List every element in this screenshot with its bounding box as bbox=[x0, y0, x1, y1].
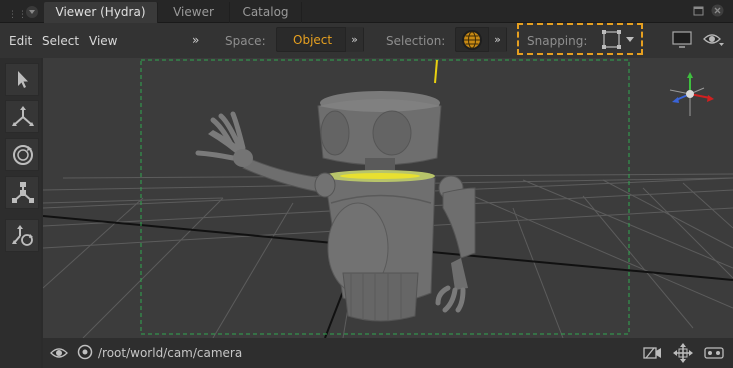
menu-select[interactable]: Select bbox=[42, 34, 79, 48]
toolbar-overflow-button[interactable]: » bbox=[192, 33, 199, 47]
camera-path: /root/world/cam/camera bbox=[98, 346, 243, 360]
space-chevron-button[interactable]: » bbox=[345, 27, 363, 52]
camera-pivot-marker bbox=[434, 59, 438, 84]
snapping-highlight: Snapping: bbox=[517, 23, 643, 55]
menu-view[interactable]: View bbox=[89, 34, 117, 48]
menu-edit[interactable]: Edit bbox=[9, 34, 32, 48]
camera-lock-icon[interactable] bbox=[643, 345, 663, 361]
visibility-options-icon[interactable] bbox=[703, 31, 725, 49]
eye-icon[interactable] bbox=[50, 346, 68, 360]
scene-canvas bbox=[43, 59, 733, 338]
selection-chevron-button[interactable]: » bbox=[488, 27, 506, 52]
3d-viewport[interactable] bbox=[43, 58, 733, 338]
display-icon[interactable] bbox=[671, 30, 693, 50]
select-arrow-icon bbox=[18, 71, 28, 88]
float-panel-icon[interactable] bbox=[692, 4, 705, 17]
globe-icon bbox=[462, 30, 482, 50]
snapping-dropdown[interactable] bbox=[601, 29, 639, 51]
tab-catalog[interactable]: Catalog bbox=[230, 2, 302, 23]
space-value: Object bbox=[293, 33, 333, 47]
camera-lens-icon[interactable] bbox=[77, 344, 93, 360]
selection-mode-dropdown[interactable]: » bbox=[455, 27, 507, 52]
headlight-icon[interactable] bbox=[703, 345, 725, 361]
orientation-gizmo bbox=[669, 72, 714, 116]
translate-icon bbox=[12, 106, 34, 126]
robot-model bbox=[195, 91, 476, 322]
rotate-icon bbox=[13, 145, 33, 165]
scale-icon bbox=[12, 182, 34, 203]
space-label: Space: bbox=[225, 34, 266, 48]
tab-viewer[interactable]: Viewer bbox=[158, 2, 230, 23]
selection-label: Selection: bbox=[386, 34, 446, 48]
viewer-toolbar: Edit Select View » Space: Object » Selec… bbox=[0, 23, 733, 58]
tab-viewer-hydra[interactable]: Viewer (Hydra) bbox=[44, 2, 158, 23]
panel-menu-button[interactable]: ⋮⋮ bbox=[2, 2, 44, 21]
tab-bar: ⋮⋮ Viewer (Hydra) Viewer Catalog bbox=[0, 0, 733, 23]
snapping-label: Snapping: bbox=[527, 34, 588, 48]
translate-tool-button[interactable] bbox=[5, 100, 39, 133]
close-panel-icon[interactable] bbox=[711, 4, 724, 17]
scale-tool-button[interactable] bbox=[5, 176, 39, 209]
chevron-down-icon bbox=[26, 6, 38, 18]
select-tool-button[interactable] bbox=[5, 63, 39, 96]
frame-all-icon[interactable] bbox=[673, 343, 693, 363]
grip-icon: ⋮⋮ bbox=[8, 10, 28, 20]
rotate-tool-button[interactable] bbox=[5, 138, 39, 171]
space-dropdown[interactable]: Object » bbox=[276, 27, 364, 52]
camera-orbit-tool-button[interactable] bbox=[5, 219, 39, 252]
camera-orbit-icon bbox=[12, 225, 33, 246]
transform-tools bbox=[0, 58, 41, 368]
viewer-status-bar: /root/world/cam/camera bbox=[43, 338, 733, 368]
